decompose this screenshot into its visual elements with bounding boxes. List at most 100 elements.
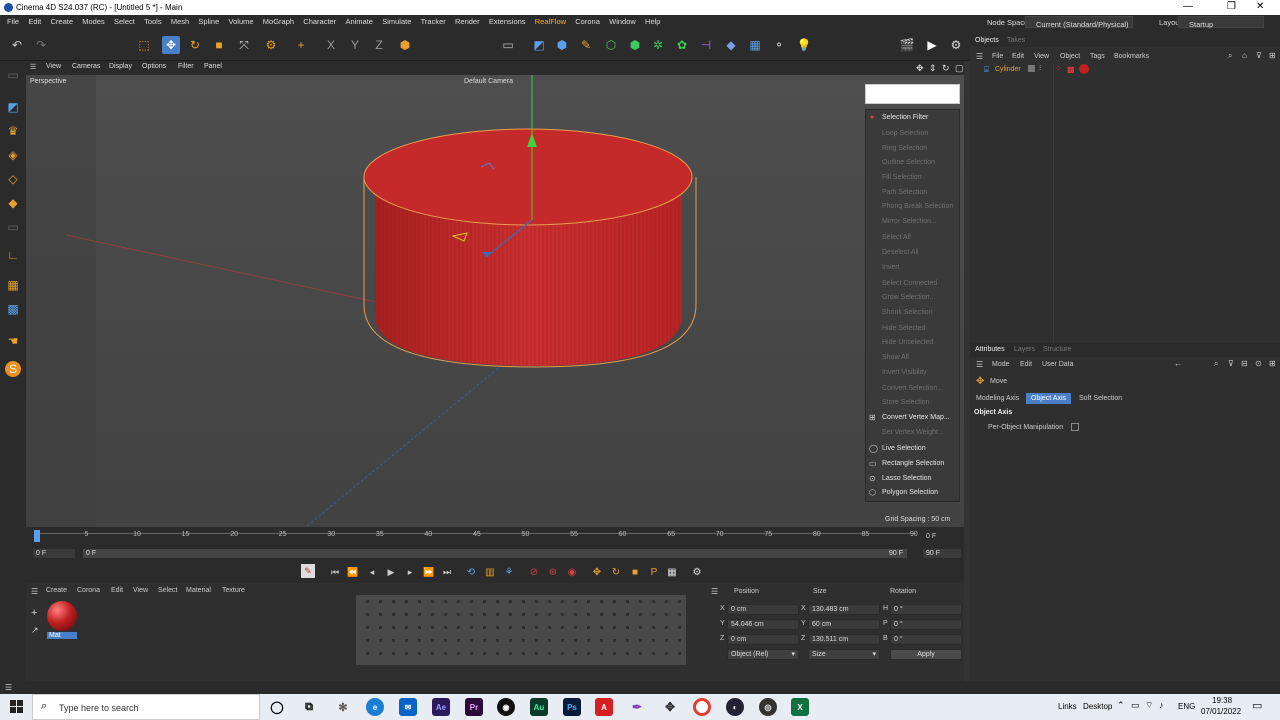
position-x-field[interactable]: 0 cm xyxy=(727,604,799,615)
scale-key-icon[interactable]: ■ xyxy=(626,563,644,581)
audition-icon[interactable]: Au xyxy=(530,698,548,716)
play-icon[interactable]: ▶ xyxy=(382,563,400,581)
material-tag-icon[interactable] xyxy=(1079,64,1089,74)
task-view-icon[interactable]: ⧉ xyxy=(300,698,318,716)
add-material-icon[interactable]: + xyxy=(31,607,37,619)
move-tool-icon[interactable]: ✥ xyxy=(162,36,180,54)
mat-menu-view[interactable]: View xyxy=(133,587,148,594)
size-mode-dropdown[interactable]: Size ▾ xyxy=(808,649,880,660)
subtab-modeling-axis[interactable]: Modeling Axis xyxy=(975,393,1020,404)
render-view-icon[interactable]: 🎬 xyxy=(898,36,916,54)
menu-item-selection-filter[interactable]: Selection Filter xyxy=(882,114,928,121)
menu-item-polygon-selection[interactable]: Polygon Selection xyxy=(882,489,938,496)
obj-search-icon[interactable]: ⌕ xyxy=(1228,51,1232,61)
menu-simulate[interactable]: Simulate xyxy=(382,15,411,29)
undo-icon[interactable]: ↶ xyxy=(8,36,26,54)
next-frame-icon[interactable]: ▸ xyxy=(401,563,419,581)
y-axis-icon[interactable]: Y xyxy=(346,36,364,54)
obj-menu-edit[interactable]: Edit xyxy=(1012,53,1024,60)
menu-item-store-selection[interactable]: Store Selection xyxy=(882,399,929,406)
acrobat-icon[interactable]: A xyxy=(595,698,613,716)
tray-wifi-icon[interactable]: ⌔ xyxy=(1145,700,1153,711)
tab-structure[interactable]: Structure xyxy=(1043,346,1071,353)
tab-layers[interactable]: Layers xyxy=(1014,346,1035,353)
position-y-field[interactable]: 54.046 cm xyxy=(727,619,799,630)
playhead[interactable] xyxy=(34,530,40,542)
parameter-key-icon[interactable]: P xyxy=(645,563,663,581)
uv-mode-icon[interactable]: ▭ xyxy=(3,217,23,237)
desktop-label[interactable]: Desktop xyxy=(1083,702,1112,711)
menu-modes[interactable]: Modes xyxy=(82,15,105,29)
menu-create[interactable]: Create xyxy=(51,15,74,29)
environment-icon[interactable]: ▦ xyxy=(746,36,764,54)
z-axis-icon[interactable]: Z xyxy=(370,36,388,54)
node-space-dropdown[interactable]: Current (Standard/Physical) xyxy=(1025,16,1133,29)
obj-add-icon[interactable]: ⊞ xyxy=(1269,51,1276,60)
go-to-start-icon[interactable]: ⏮ xyxy=(326,563,344,581)
menu-item-hide-selected[interactable]: Hide Selected xyxy=(882,325,926,332)
menu-item-convert-vertex-map[interactable]: Convert Vertex Map... xyxy=(882,414,950,421)
vp-menu-panel[interactable]: Panel xyxy=(204,63,222,70)
maximize-button[interactable]: ❐ xyxy=(1227,1,1236,12)
windows-start-icon[interactable] xyxy=(10,700,24,714)
menu-item-invert-visibility[interactable]: Invert Visibility xyxy=(882,369,927,376)
network-app-icon[interactable]: ✻ xyxy=(334,698,352,716)
menu-item-invert[interactable]: Invert xyxy=(882,264,900,271)
timeline-icon[interactable]: ▥ xyxy=(481,563,499,581)
apply-button[interactable]: Apply xyxy=(890,649,962,660)
render-settings-icon[interactable]: ⚙ xyxy=(947,36,965,54)
obj-menu-object[interactable]: Object xyxy=(1060,53,1080,60)
rotation-h-field[interactable]: 0 ° xyxy=(890,604,962,615)
menu-file[interactable]: File xyxy=(7,15,19,29)
autokey-icon[interactable]: ⊛ xyxy=(544,563,562,581)
camera-icon[interactable]: ⚬ xyxy=(770,36,788,54)
menu-render[interactable]: Render xyxy=(455,15,480,29)
close-button[interactable]: ✕ xyxy=(1256,1,1264,12)
menu-animate[interactable]: Animate xyxy=(345,15,373,29)
s-script-icon[interactable]: S xyxy=(5,361,21,377)
chrome-icon[interactable] xyxy=(693,698,711,716)
menu-item-phong-break-selection[interactable]: Phong Break Selection xyxy=(882,203,953,210)
object-mode-icon[interactable]: ▭ xyxy=(3,65,23,85)
points-mode-icon[interactable]: ◈ xyxy=(3,145,23,165)
menu-item-ring-selection[interactable]: Ring Selection xyxy=(882,145,927,152)
obj-menu-tags[interactable]: Tags xyxy=(1090,53,1105,60)
deformer-icon[interactable]: ⊣ xyxy=(697,36,715,54)
end-frame-field[interactable]: 90 F xyxy=(922,548,962,559)
subtab-soft-selection[interactable]: Soft Selection xyxy=(1077,393,1124,404)
mat-menu-corona[interactable]: Corona xyxy=(77,587,100,594)
snap-icon[interactable]: ▦ xyxy=(3,275,23,295)
size-x-field[interactable]: 130.483 cm xyxy=(808,604,880,615)
workplane-icon[interactable]: ▩ xyxy=(3,299,23,319)
scale-tool-icon[interactable]: ■ xyxy=(210,36,228,54)
viewport[interactable]: Perspective Default Camera Grid Spacing … xyxy=(26,75,964,527)
menu-volume[interactable]: Volume xyxy=(229,15,254,29)
photoshop-icon[interactable]: Ps xyxy=(563,698,581,716)
subtab-object-axis[interactable]: Object Axis xyxy=(1026,393,1072,404)
checker-tag-icon[interactable]: ▩ xyxy=(1067,65,1075,74)
material-tool-icon[interactable]: ↗ xyxy=(31,625,39,636)
obj-home-icon[interactable]: ⌂ xyxy=(1242,51,1247,60)
menu-item-lasso-selection[interactable]: Lasso Selection xyxy=(882,475,931,482)
frame-range-slider[interactable]: 0 F 90 F xyxy=(82,548,908,559)
size-y-field[interactable]: 60 cm xyxy=(808,619,880,630)
material-hamburger-icon[interactable]: ☰ xyxy=(31,587,38,596)
premiere-icon[interactable]: Pr xyxy=(465,698,483,716)
excel-icon[interactable]: X xyxy=(791,698,809,716)
position-z-field[interactable]: 0 cm xyxy=(727,634,799,645)
x-axis-icon[interactable]: X xyxy=(322,36,340,54)
mat-menu-texture[interactable]: Texture xyxy=(222,587,245,594)
rotation-b-field[interactable]: 0 ° xyxy=(890,634,962,645)
tag-icon[interactable]: ⁘ xyxy=(1055,64,1062,73)
menu-extensions[interactable]: Extensions xyxy=(489,15,526,29)
size-z-field[interactable]: 130.511 cm xyxy=(808,634,880,645)
obj-menu-view[interactable]: View xyxy=(1034,53,1049,60)
vp-menu-view[interactable]: View xyxy=(46,63,61,70)
add-axis-icon[interactable]: + xyxy=(292,36,310,54)
status-menu-icon[interactable]: ☰ xyxy=(5,683,12,692)
start-frame-field[interactable]: 0 F xyxy=(32,548,76,559)
material-swatch[interactable] xyxy=(47,601,77,631)
davinci-icon[interactable]: ◎ xyxy=(759,698,777,716)
taskbar-search-box[interactable]: ⌕ Type here to search xyxy=(32,694,260,720)
objects-hamburger-icon[interactable]: ☰ xyxy=(976,52,983,61)
